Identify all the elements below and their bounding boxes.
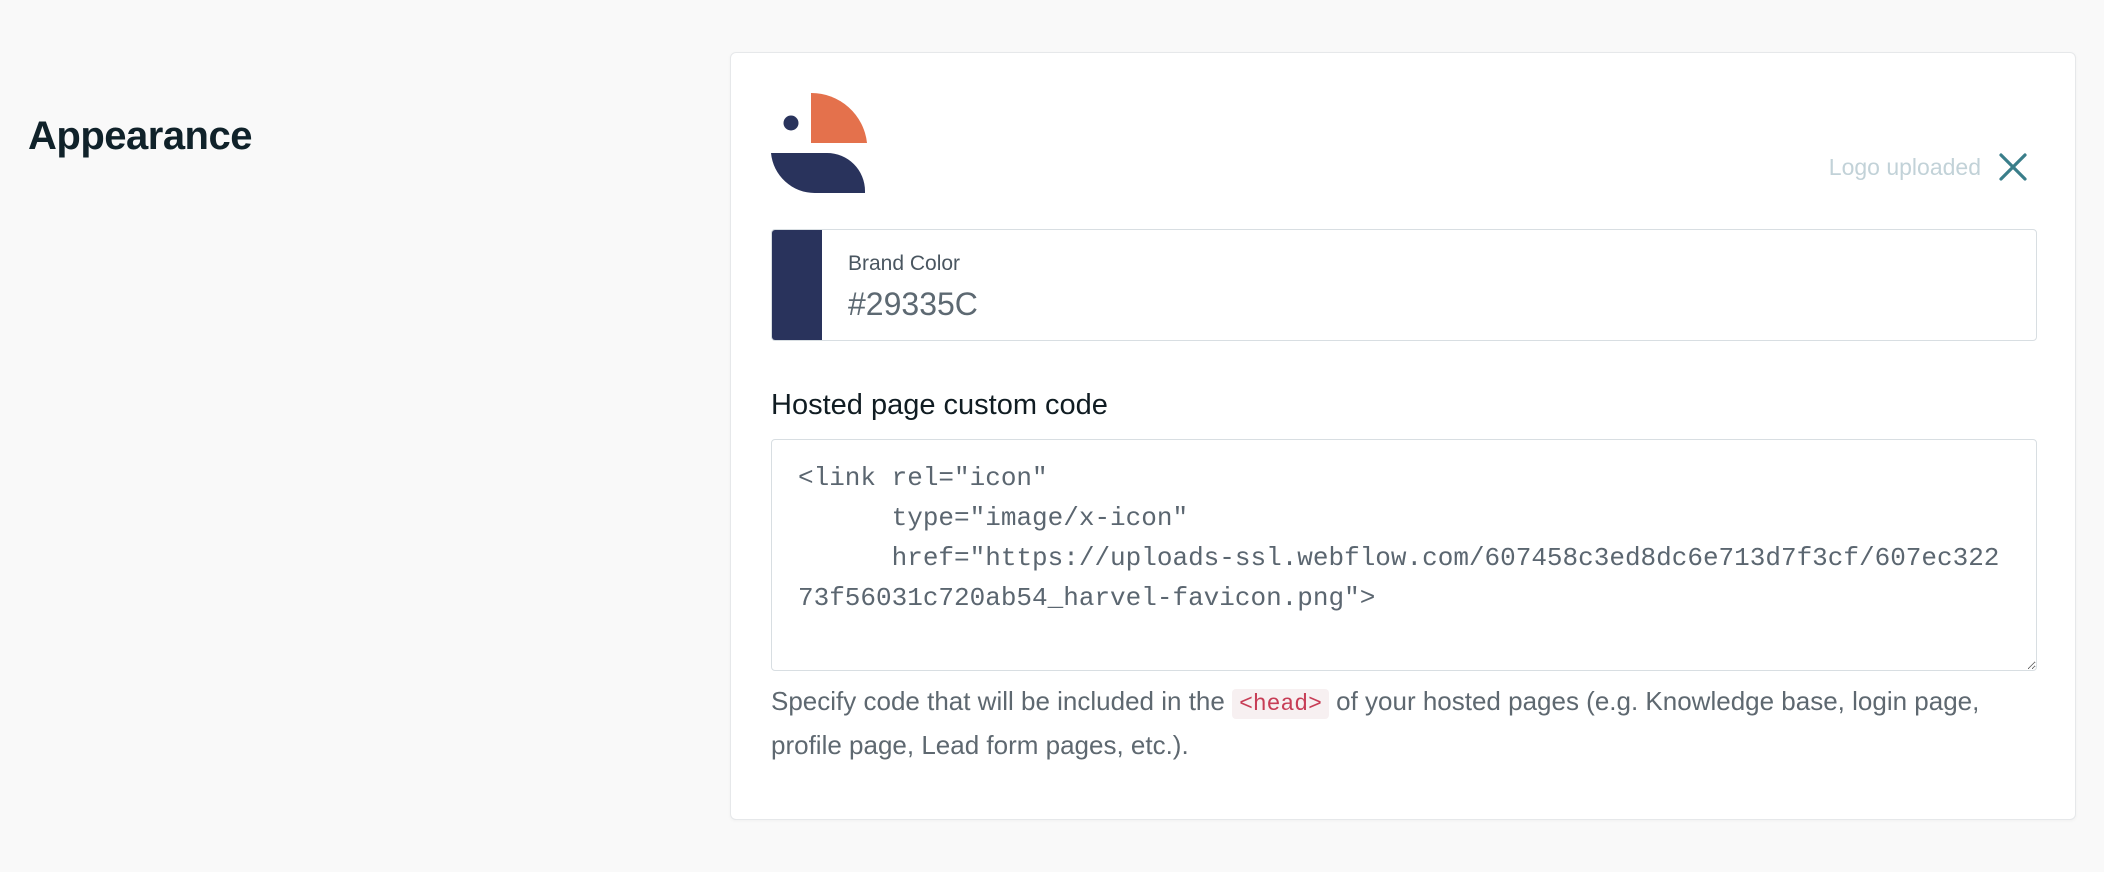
brand-color-value[interactable]: #29335C xyxy=(848,286,978,323)
parrot-logo-icon xyxy=(771,93,867,193)
brand-color-body: Brand Color #29335C xyxy=(822,230,978,340)
custom-code-title: Hosted page custom code xyxy=(771,389,1108,421)
custom-code-help-text: Specify code that will be included in th… xyxy=(771,681,2051,766)
page-title: Appearance xyxy=(28,114,252,158)
brand-color-swatch[interactable] xyxy=(772,230,822,340)
close-icon xyxy=(1999,153,2027,181)
custom-code-textarea[interactable]: <link rel="icon" type="image/x-icon" hre… xyxy=(771,439,2037,671)
appearance-card: Logo uploaded Brand Color #29335C Hosted… xyxy=(730,52,2076,820)
brand-color-field[interactable]: Brand Color #29335C xyxy=(771,229,2037,341)
logo-status-text: Logo uploaded xyxy=(1828,153,1981,180)
head-tag-code: <head> xyxy=(1232,689,1329,719)
logo-status: Logo uploaded xyxy=(1829,149,2031,185)
brand-color-label: Brand Color xyxy=(848,252,961,275)
remove-logo-button[interactable] xyxy=(1995,149,2031,185)
help-text-before: Specify code that will be included in th… xyxy=(771,686,1233,716)
